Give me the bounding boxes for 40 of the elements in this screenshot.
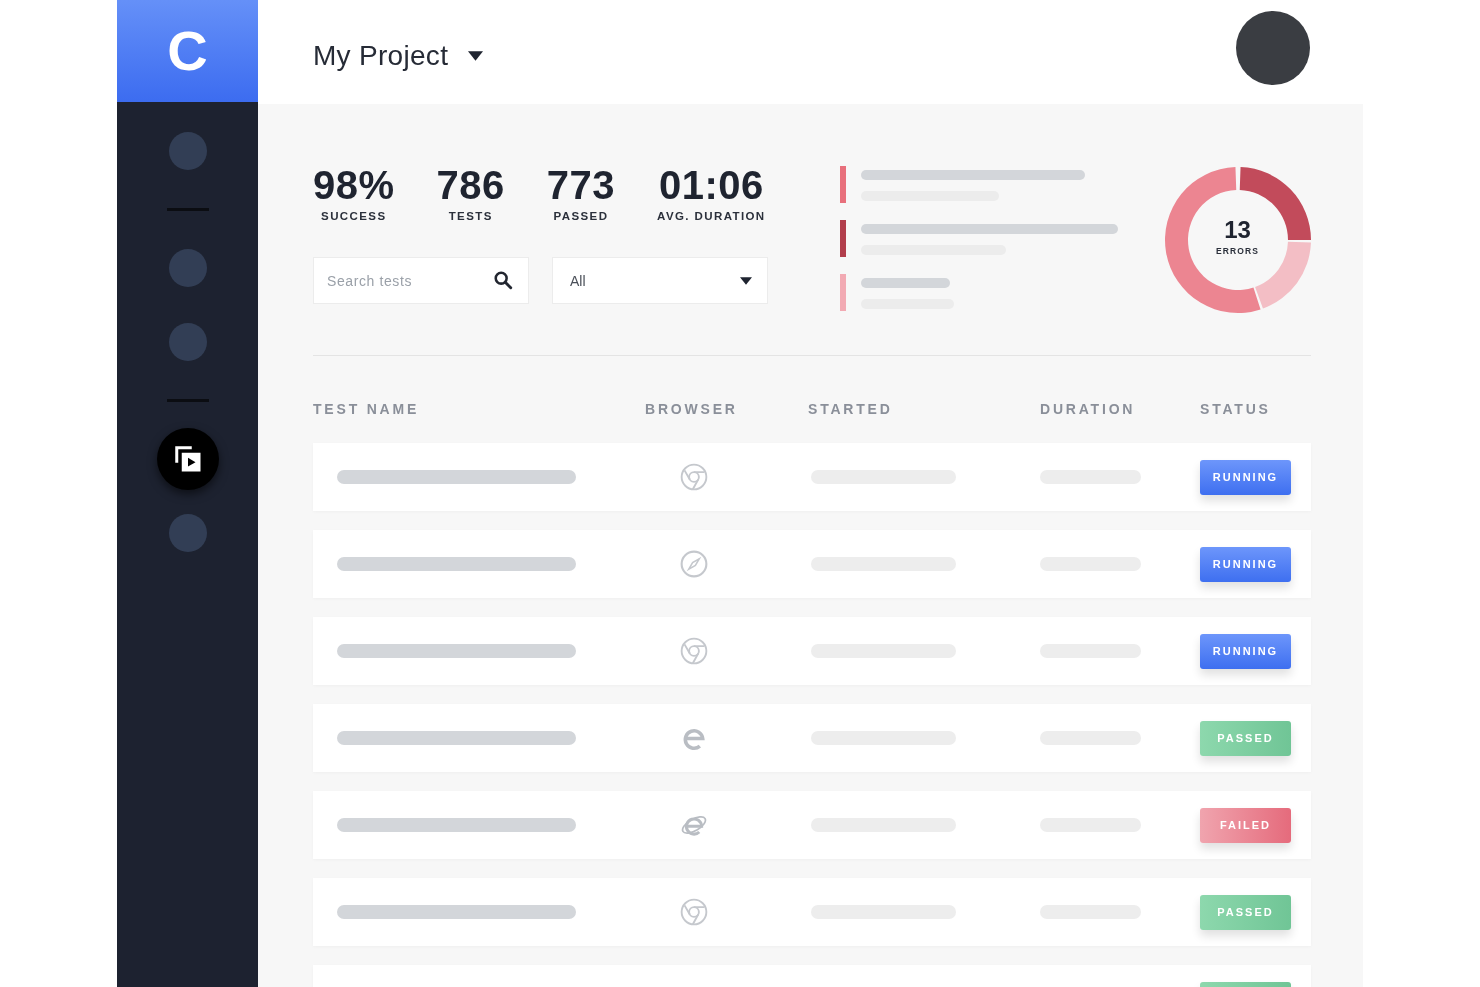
column-header: BROWSER: [645, 400, 738, 418]
nav-button[interactable]: [156, 428, 219, 490]
logo-letter: C: [167, 23, 208, 79]
ring-logo-icon: [680, 463, 708, 491]
ring-logo-icon: [680, 637, 708, 665]
stat-value: 98%: [313, 164, 395, 206]
search-icon[interactable]: [493, 270, 513, 290]
project-selector[interactable]: My Project: [313, 32, 484, 72]
ring-logo-icon: [680, 898, 708, 926]
caret-icon: [468, 51, 484, 61]
stat-value: 01:06: [658, 164, 764, 206]
stat-label: AVG. DURATION: [657, 210, 766, 222]
status-badge: FAILED: [1200, 807, 1291, 843]
compass-icon: [680, 550, 708, 578]
table-row[interactable]: PASSED: [313, 704, 1311, 772]
status-badge: PASSED: [1200, 894, 1291, 930]
stat-value: 786: [436, 164, 505, 206]
status-badge: PASSED: [1200, 720, 1291, 756]
table-row[interactable]: RUNNING: [313, 530, 1311, 598]
table-row[interactable]: RUNNING: [313, 617, 1311, 685]
table-row[interactable]: FAILED: [313, 791, 1311, 859]
caret-icon: [740, 276, 752, 285]
donut-label: ERRORS: [1216, 247, 1259, 256]
stat-label: PASSED: [553, 210, 609, 222]
status-badge: RUNNING: [1200, 459, 1291, 495]
stat-value: 773: [546, 164, 616, 206]
filter-dropdown[interactable]: All: [552, 257, 768, 304]
column-header: STARTED: [808, 400, 893, 418]
media-stack-icon: [172, 444, 203, 474]
status-badge: RUNNING: [1200, 633, 1291, 669]
column-header: DURATION: [1040, 400, 1136, 418]
table-row[interactable]: RUNNING: [313, 443, 1311, 511]
donut-value: 13: [1224, 218, 1251, 242]
column-header: TEST NAME: [313, 400, 420, 418]
table-row[interactable]: PASSED: [313, 878, 1311, 946]
column-header: STATUS: [1200, 400, 1271, 418]
search-field[interactable]: Search tests: [313, 257, 529, 304]
status-badge: RUNNING: [1200, 546, 1291, 582]
stat-label: SUCCESS: [321, 210, 387, 222]
stat-label: TESTS: [448, 210, 493, 222]
